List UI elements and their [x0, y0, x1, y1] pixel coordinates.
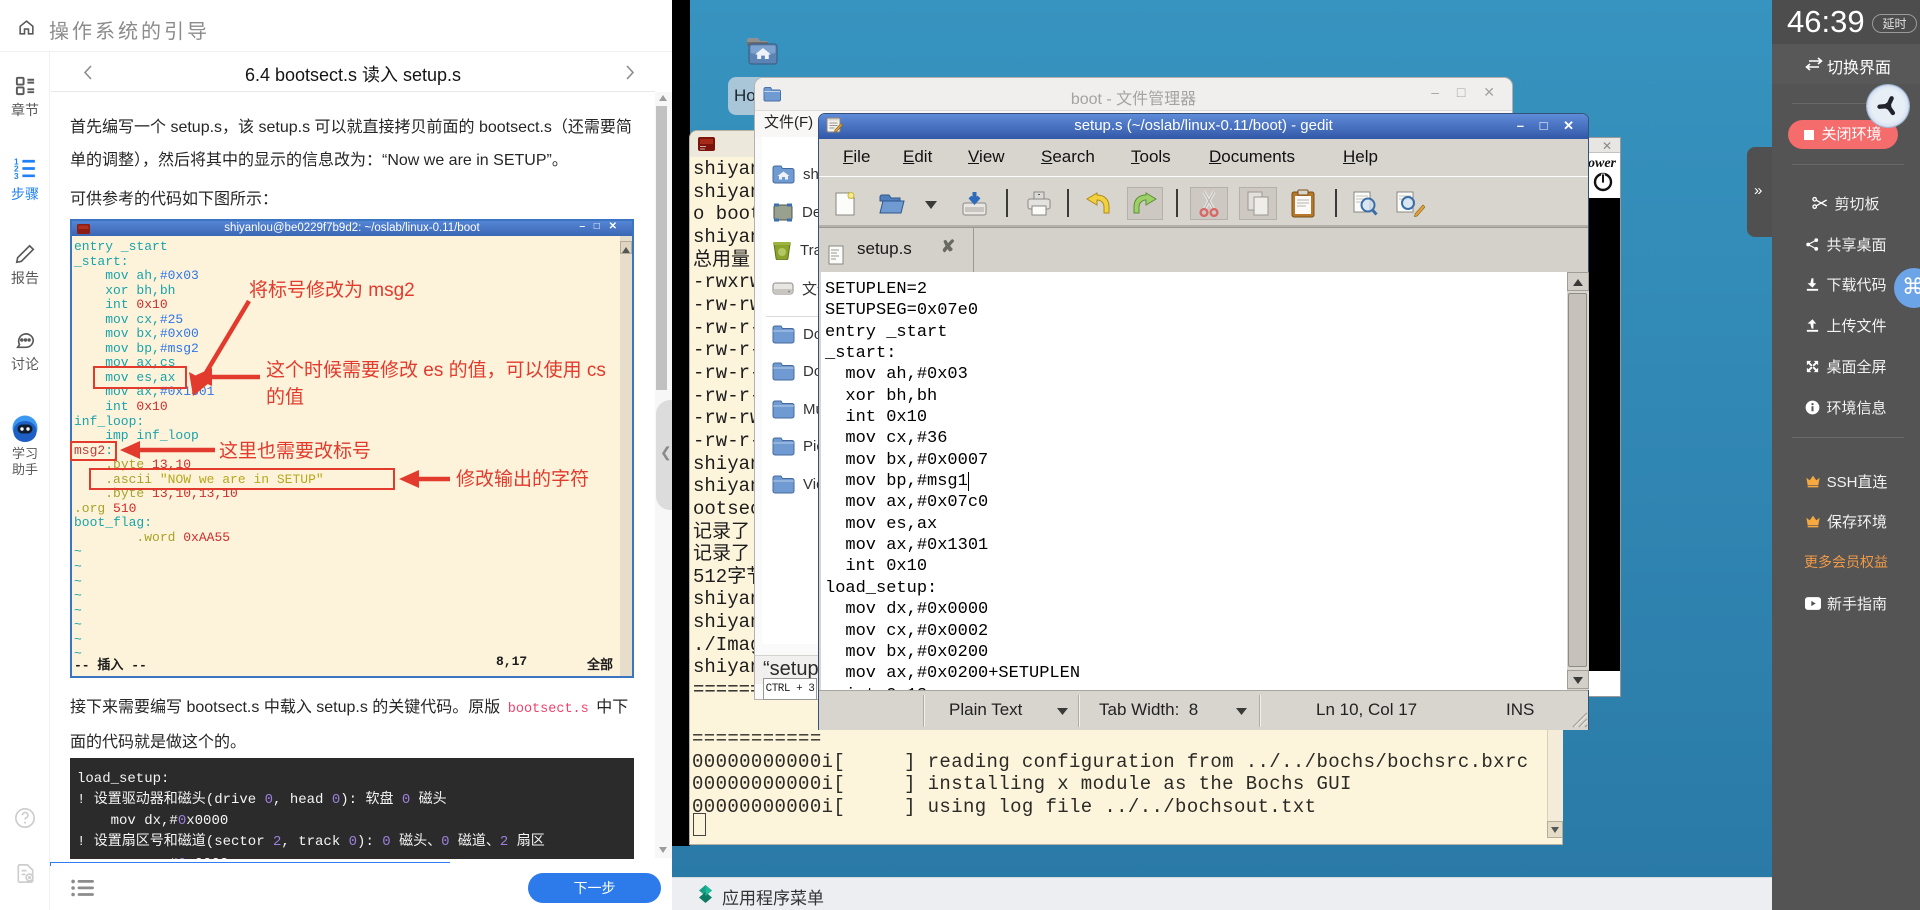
svg-text:3: 3: [14, 171, 19, 181]
